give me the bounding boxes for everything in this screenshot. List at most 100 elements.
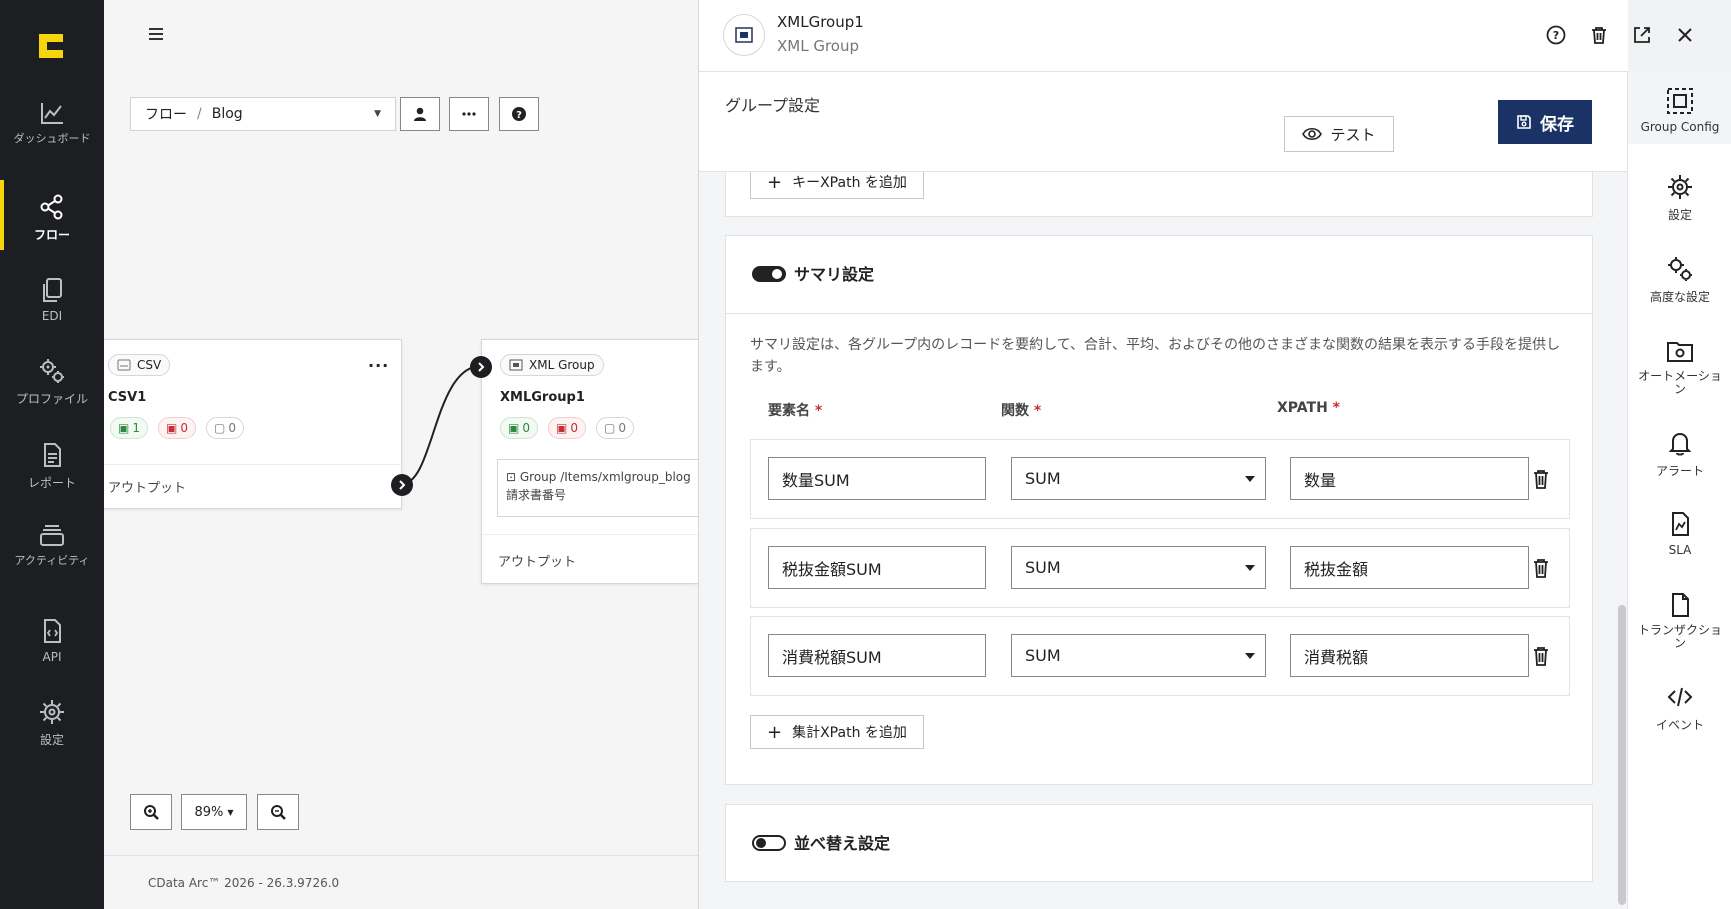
documents-icon (43, 278, 62, 302)
element-name-input[interactable]: 数量SUM (768, 457, 986, 500)
nav-item-profile[interactable]: プロファイル (0, 356, 104, 407)
delete-row-icon[interactable] (1532, 468, 1550, 490)
add-key-xpath-button[interactable]: + キーXPath を追加 (750, 172, 924, 199)
svg-text:?: ? (1553, 29, 1559, 42)
settings-tab-rail: Group Config 設定 高度な設定 オートメーション アラート SLA … (1627, 72, 1731, 909)
xpath-input[interactable]: 税抜金額 (1290, 546, 1529, 589)
xpath-input[interactable]: 数量 (1290, 457, 1529, 500)
breadcrumb-root[interactable]: フロー (145, 104, 187, 124)
nav-item-activity[interactable]: アクティビティ (0, 520, 104, 567)
input-port[interactable] (470, 356, 492, 378)
group-config-icon (1667, 88, 1693, 114)
rail-tab-automation[interactable]: オートメーション (1628, 336, 1731, 396)
chart-line-icon (41, 103, 63, 124)
user-button[interactable] (400, 97, 440, 131)
help-button[interactable]: ? (499, 97, 539, 131)
add-summary-xpath-button[interactable]: + 集計XPath を追加 (750, 715, 924, 749)
sort-settings-card: 並べ替え設定 (725, 804, 1593, 882)
more-options-button[interactable] (449, 97, 489, 131)
rail-tab-transactions[interactable]: トランザクション (1628, 590, 1731, 650)
zoom-in-icon (144, 805, 159, 820)
question-circle-icon: ? (512, 107, 526, 121)
svg-text:?: ? (516, 110, 522, 121)
rail-tab-advanced[interactable]: 高度な設定 (1628, 254, 1731, 305)
function-select[interactable]: SUM (1011, 457, 1266, 500)
nav-label: プロファイル (15, 392, 88, 406)
error-count-badge[interactable]: ▣ 0 (547, 417, 586, 439)
panel-scroll-content[interactable]: + キーXPath を追加 サマリ設定 サマリ設定は、各グループ内のレコードを要… (699, 172, 1628, 909)
nav-item-report[interactable]: レポート (0, 440, 104, 491)
test-button[interactable]: テスト (1284, 116, 1394, 152)
function-select[interactable]: SUM (1011, 546, 1266, 589)
node-output-label: アウトプット (108, 481, 187, 496)
zoom-level-dropdown[interactable]: 89% ▼ (181, 794, 247, 830)
flow-canvas[interactable]: フロー / Blog ▼ ? CSV ... CSV1 ▣ 1 ▣ 0 ▢ 0 アウト… (104, 0, 702, 909)
rail-tab-group-config[interactable]: Group Config (1628, 72, 1731, 144)
key-xpath-card: + キーXPath を追加 (725, 172, 1593, 217)
panel-header: XMLGroup1 XML Group ? (699, 0, 1628, 72)
success-count-badge[interactable]: ▣ 0 (500, 417, 538, 439)
footer-version: CData Arc™ 2026 - 26.3.9726.0 (104, 855, 698, 909)
csv-icon (117, 359, 131, 371)
nav-item-api[interactable]: API (0, 616, 104, 664)
delete-row-icon[interactable] (1532, 557, 1550, 579)
help-icon[interactable]: ? (1545, 24, 1567, 46)
file-check-icon: ▣ (508, 421, 520, 435)
pending-count-badge[interactable]: ▢ 0 (205, 417, 244, 439)
element-name-input[interactable]: 税抜金額SUM (768, 546, 986, 589)
zoom-out-button[interactable] (257, 794, 299, 830)
trash-icon[interactable] (1588, 24, 1610, 46)
nav-item-flow[interactable]: フロー (0, 180, 104, 250)
xml-group-node[interactable]: XML Group XMLGroup1 ▣ 0 ▣ 0 ▢ 0 ⊡ Group /It… (470, 339, 702, 584)
caret-down-icon: ▼ (374, 109, 381, 119)
rail-tab-alerts[interactable]: アラート (1628, 428, 1731, 479)
summary-settings-card: サマリ設定は、各グループ内のレコードを要約して、合計、平均、およびその他のさまざ… (725, 313, 1593, 785)
chevron-right-icon (399, 480, 406, 490)
summary-title: サマリ設定 (794, 265, 875, 284)
group-config-summary[interactable]: ⊡ Group /Items/xmlgroup_blog 請求書番号 (497, 459, 702, 517)
rail-tab-sla[interactable]: SLA (1628, 509, 1731, 557)
node-type-tag: XML Group (500, 354, 604, 376)
nav-label: API (42, 650, 62, 664)
column-header-name: 要素名 * (768, 403, 823, 419)
cdata-logo[interactable] (35, 30, 67, 62)
delete-row-icon[interactable] (1532, 645, 1550, 667)
panel-subtitle: XML Group (777, 37, 860, 55)
xml-group-icon (509, 359, 523, 371)
file-error-icon: ▣ (165, 421, 178, 435)
rail-tab-settings[interactable]: 設定 (1628, 172, 1731, 223)
element-name-input[interactable]: 消費税額SUM (768, 634, 986, 677)
external-link-icon[interactable] (1631, 24, 1653, 46)
share-nodes-icon (40, 194, 63, 220)
breadcrumb-current: Blog (211, 106, 243, 122)
close-icon[interactable] (1674, 24, 1696, 46)
section-title: グループ設定 (725, 96, 821, 115)
save-button[interactable]: 保存 (1498, 100, 1592, 144)
function-select[interactable]: SUM (1011, 634, 1266, 677)
scrollbar-thumb[interactable] (1618, 605, 1626, 905)
node-menu-icon[interactable]: ... (368, 352, 389, 371)
sort-title: 並べ替え設定 (794, 834, 891, 853)
csv-node[interactable]: CSV ... CSV1 ▣ 1 ▣ 0 ▢ 0 アウトプット (104, 339, 413, 509)
output-port[interactable] (391, 474, 413, 496)
caret-down-icon (1245, 653, 1255, 659)
nav-item-settings[interactable]: 設定 (0, 697, 104, 748)
sort-toggle[interactable] (752, 835, 786, 851)
flow-breadcrumb-select[interactable]: フロー / Blog ▼ (130, 97, 396, 131)
nav-label: EDI (41, 309, 63, 323)
summary-toggle[interactable] (752, 266, 786, 282)
file-error-icon: ▣ (555, 421, 568, 435)
pending-count-badge[interactable]: ▢ 0 (595, 417, 634, 439)
caret-down-icon: ▼ (227, 807, 234, 817)
file-icon: ▢ (603, 421, 616, 435)
error-count-badge[interactable]: ▣ 0 (157, 417, 196, 439)
hamburger-menu-icon[interactable] (144, 22, 168, 46)
zoom-in-button[interactable] (130, 794, 172, 830)
nav-label: ダッシュボード (13, 132, 91, 145)
xpath-input[interactable]: 消費税額 (1290, 634, 1529, 677)
nav-item-edi[interactable]: EDI (0, 275, 104, 323)
nav-item-dashboard[interactable]: ダッシュボード (0, 98, 104, 145)
rail-tab-events[interactable]: イベント (1628, 682, 1731, 733)
success-count-badge[interactable]: ▣ 1 (110, 417, 148, 439)
summary-row: 消費税額SUM SUM 消費税額 (750, 616, 1570, 696)
